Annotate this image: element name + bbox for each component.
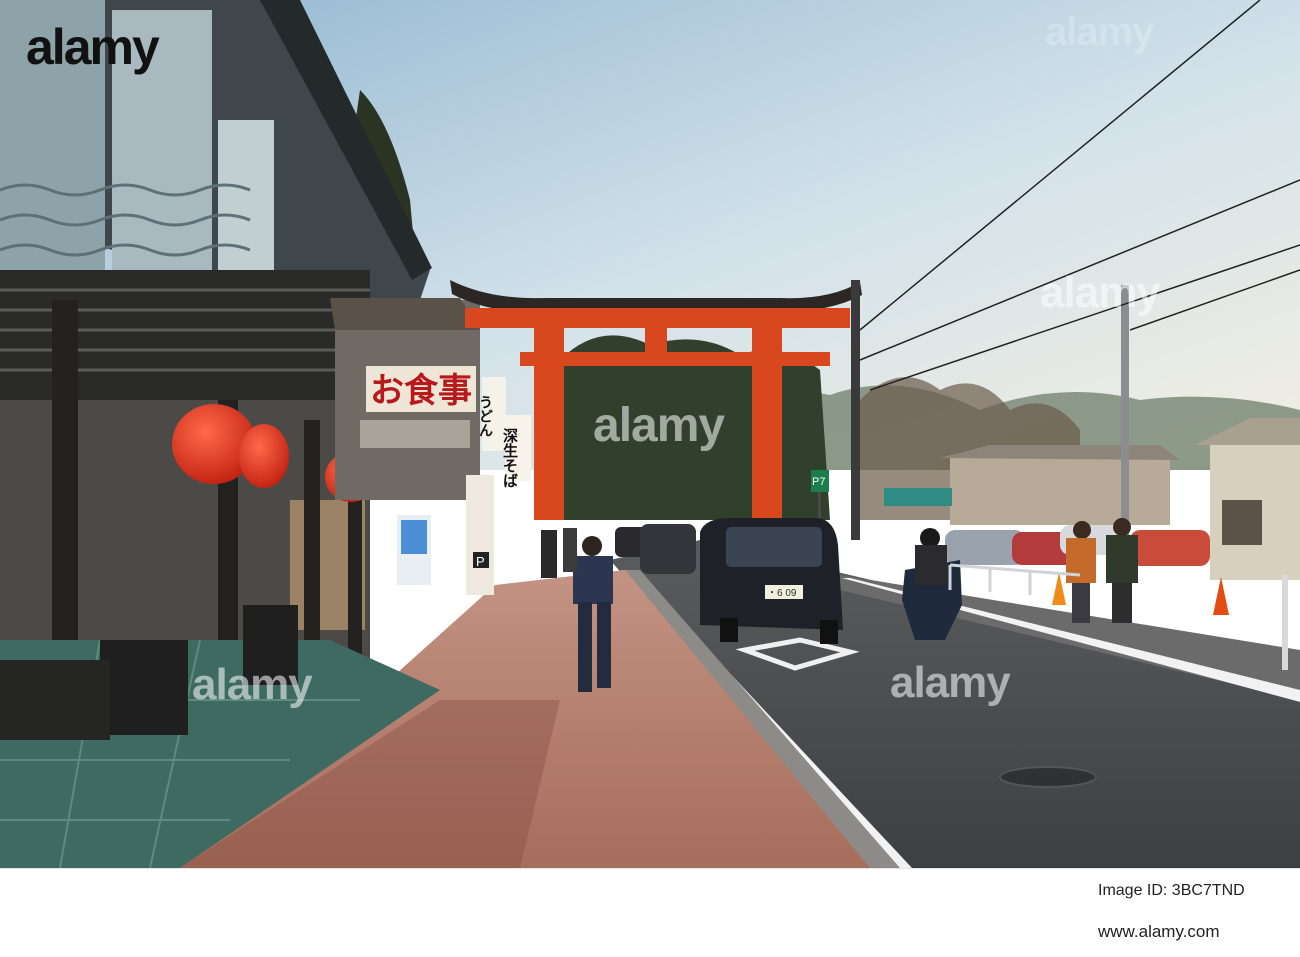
image-id-label: Image ID: 3BC7TND [1098, 882, 1245, 899]
photo-scene: お食事 うどん 深生そば P P7 ・6 09 alamy alamy alam… [0, 0, 1300, 868]
torii-pillar-right [752, 325, 782, 520]
torii-pillar-left [534, 325, 564, 520]
footer-logo: alamy [26, 19, 160, 75]
traffic-cone [1052, 572, 1066, 605]
wheel [820, 620, 838, 644]
torii-gakuzuka [645, 325, 667, 355]
bench [0, 660, 110, 740]
pedestrian [563, 528, 577, 572]
pedestrian [541, 530, 557, 578]
restaurant-lower-sign [360, 420, 470, 448]
vertical-sign: 深生そば [501, 427, 519, 488]
vertical-sign: うどん [477, 395, 493, 437]
torii-nuki [520, 352, 830, 366]
chair [100, 640, 188, 735]
photo-illustration: お食事 うどん 深生そば P P7 ・6 09 [0, 0, 1300, 868]
jogger-leg [597, 602, 611, 688]
jogger-leg [578, 602, 592, 692]
pedestrian-head [1073, 521, 1091, 539]
chair [243, 605, 298, 685]
parking-sign-small: P [476, 554, 485, 569]
pedestrian-coat [1106, 535, 1138, 583]
pedestrian-legs [1072, 583, 1090, 623]
barrier-pole [1282, 575, 1288, 670]
restaurant-roof [330, 298, 480, 330]
pedestrian-coat [1066, 538, 1096, 583]
jogger-torso [573, 556, 613, 604]
jogger-head [582, 536, 602, 556]
glass-panel [218, 120, 274, 290]
pedestrian-legs [1112, 583, 1132, 623]
vending-machine-panel [401, 520, 427, 554]
traffic-cone [1213, 577, 1229, 615]
footer-url: www.alamy.com [1098, 922, 1220, 941]
parked-car [1130, 530, 1210, 566]
rider-body [915, 545, 947, 585]
pedestrian-head [1113, 518, 1131, 536]
right-building [950, 455, 1170, 525]
utility-pole [851, 280, 860, 540]
distant-car [640, 524, 696, 574]
wheel [720, 618, 738, 642]
minivan-windshield [726, 527, 822, 567]
parking-sign: P7 [812, 476, 825, 488]
info-pillar [466, 475, 494, 595]
license-plate: ・6 09 [767, 588, 797, 599]
guard-booth-window [1222, 500, 1262, 545]
lantern [239, 424, 289, 488]
restaurant-banner: お食事 [370, 371, 472, 411]
green-canopy [884, 488, 952, 506]
manhole [999, 766, 1097, 788]
